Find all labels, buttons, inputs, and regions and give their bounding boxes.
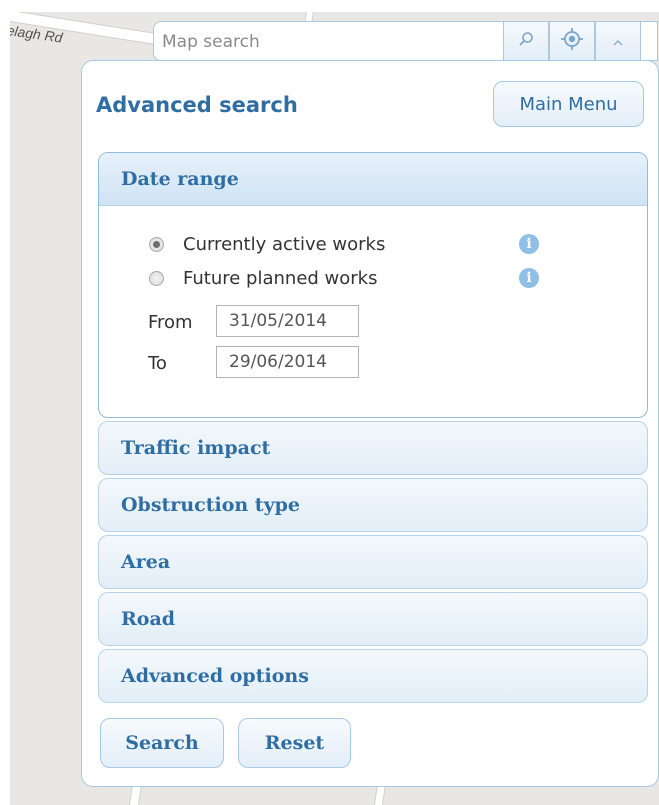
to-date-field[interactable] — [216, 346, 359, 378]
map-search-input[interactable] — [162, 30, 492, 54]
traffic-impact-header: Traffic impact — [121, 437, 271, 459]
option-future-planned[interactable]: Future planned works — [149, 265, 377, 291]
road-header: Road — [121, 608, 176, 630]
advanced-options-section[interactable]: Advanced options — [98, 649, 648, 703]
info-icon[interactable]: i — [519, 234, 539, 254]
future-planned-radio[interactable] — [149, 270, 164, 286]
panel-title: Advanced search — [96, 93, 298, 117]
info-icon[interactable]: i — [519, 268, 539, 288]
collapse-button[interactable] — [595, 21, 641, 61]
obstruction-type-section[interactable]: Obstruction type — [98, 478, 648, 532]
road-section[interactable]: Road — [98, 592, 648, 646]
currently-active-radio[interactable] — [149, 236, 164, 252]
from-label: From — [148, 312, 193, 333]
chevron-up-icon — [612, 32, 624, 51]
date-range-header[interactable]: Date range — [99, 153, 647, 206]
search-submit-button[interactable]: Search — [100, 718, 224, 768]
currently-active-label: Currently active works — [183, 233, 386, 255]
future-planned-label: Future planned works — [183, 267, 378, 289]
obstruction-type-header: Obstruction type — [121, 494, 300, 516]
date-range-section: Date range Currently active works i Futu… — [98, 152, 648, 418]
main-menu-button[interactable]: Main Menu — [493, 81, 644, 127]
option-currently-active[interactable]: Currently active works — [149, 231, 385, 257]
advanced-options-header: Advanced options — [121, 665, 309, 687]
to-label: To — [148, 353, 167, 374]
traffic-impact-section[interactable]: Traffic impact — [98, 421, 648, 475]
from-date-field[interactable] — [216, 305, 359, 337]
advanced-search-panel: Advanced search Main Menu Date range Cur… — [81, 60, 659, 787]
target-icon — [561, 28, 583, 54]
search-button[interactable] — [503, 21, 549, 61]
reset-button[interactable]: Reset — [238, 718, 351, 768]
search-icon — [518, 31, 534, 51]
area-section[interactable]: Area — [98, 535, 648, 589]
locate-button[interactable] — [549, 21, 595, 61]
area-header: Area — [121, 551, 171, 573]
map-search-bar — [153, 21, 658, 61]
